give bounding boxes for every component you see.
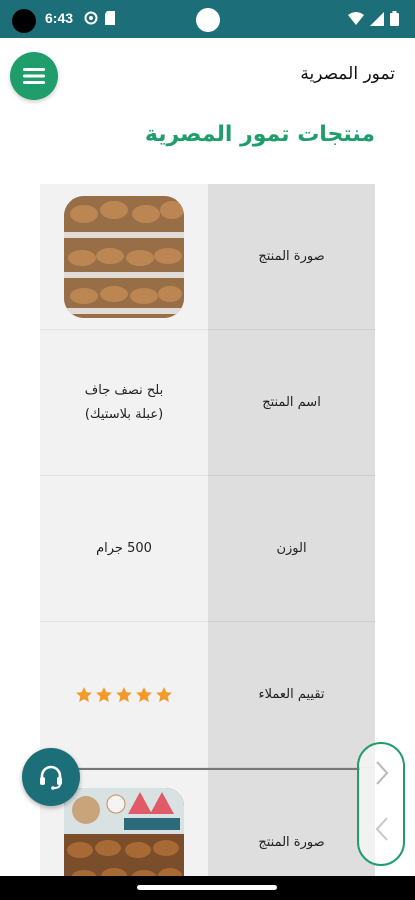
hamburger-menu-icon bbox=[23, 68, 45, 84]
table-row: تقييم العملاء bbox=[40, 622, 375, 768]
row-label: صورة المنتج bbox=[208, 768, 375, 884]
status-icons-left bbox=[84, 11, 116, 25]
dates-gift-box-image[interactable] bbox=[64, 788, 184, 884]
sd-card-icon bbox=[105, 11, 115, 25]
app-title: تمور المصرية bbox=[300, 64, 395, 84]
row-label: صورة المنتج bbox=[208, 184, 375, 330]
headset-support-icon bbox=[40, 765, 62, 790]
row-label: اسم المنتج bbox=[208, 330, 375, 476]
wifi-icon bbox=[348, 11, 364, 25]
product-weight-cell: 500 جرام bbox=[40, 476, 208, 622]
app-bar: تمور المصرية bbox=[0, 38, 415, 110]
table-row: صورة المنتج bbox=[40, 768, 375, 884]
status-icons-right bbox=[348, 11, 399, 26]
product-rating-cell bbox=[40, 622, 208, 768]
rating-stars bbox=[75, 686, 173, 704]
star-icon bbox=[156, 686, 172, 702]
table-row: صورة المنتج bbox=[40, 184, 375, 330]
chevron-left-icon[interactable] bbox=[371, 814, 393, 844]
signal-icon bbox=[370, 11, 384, 26]
product-name-cell: بلح نصف جاف (عبلة بلاستيك) bbox=[40, 330, 208, 476]
dates-plastic-box-image[interactable] bbox=[64, 195, 184, 318]
star-icon bbox=[136, 686, 152, 702]
row-label: تقييم العملاء bbox=[208, 622, 375, 768]
table-row: 500 جرام الوزن bbox=[40, 476, 375, 622]
table-row: بلح نصف جاف (عبلة بلاستيك) اسم المنتج bbox=[40, 330, 375, 476]
carousel-nav bbox=[357, 742, 405, 866]
product-weight: 500 جرام bbox=[96, 540, 152, 556]
chevron-right-icon[interactable] bbox=[371, 758, 393, 788]
star-icon bbox=[96, 686, 112, 702]
product-image-cell bbox=[40, 184, 208, 330]
page-title: منتجات تمور المصرية bbox=[144, 122, 375, 147]
product-name: بلح نصف جاف bbox=[84, 382, 164, 398]
battery-icon bbox=[390, 11, 399, 26]
star-icon bbox=[116, 686, 132, 702]
camera-cutout bbox=[12, 9, 36, 33]
menu-button[interactable] bbox=[10, 52, 58, 100]
front-camera bbox=[196, 8, 220, 32]
product-packaging: (عبلة بلاستيك) bbox=[84, 406, 164, 422]
status-bar: 6:43 bbox=[0, 0, 415, 38]
home-handle[interactable] bbox=[137, 885, 277, 890]
scroll-divider bbox=[40, 768, 360, 770]
row-label: الوزن bbox=[208, 476, 375, 622]
product-table: صورة المنتج بلح نصف جاف (عبلة بلاستيك) ا… bbox=[40, 184, 375, 884]
system-nav-bar bbox=[0, 876, 415, 900]
star-icon bbox=[76, 686, 92, 702]
data-saver-icon bbox=[84, 11, 98, 25]
support-button[interactable] bbox=[22, 748, 80, 806]
status-time: 6:43 bbox=[45, 10, 74, 26]
